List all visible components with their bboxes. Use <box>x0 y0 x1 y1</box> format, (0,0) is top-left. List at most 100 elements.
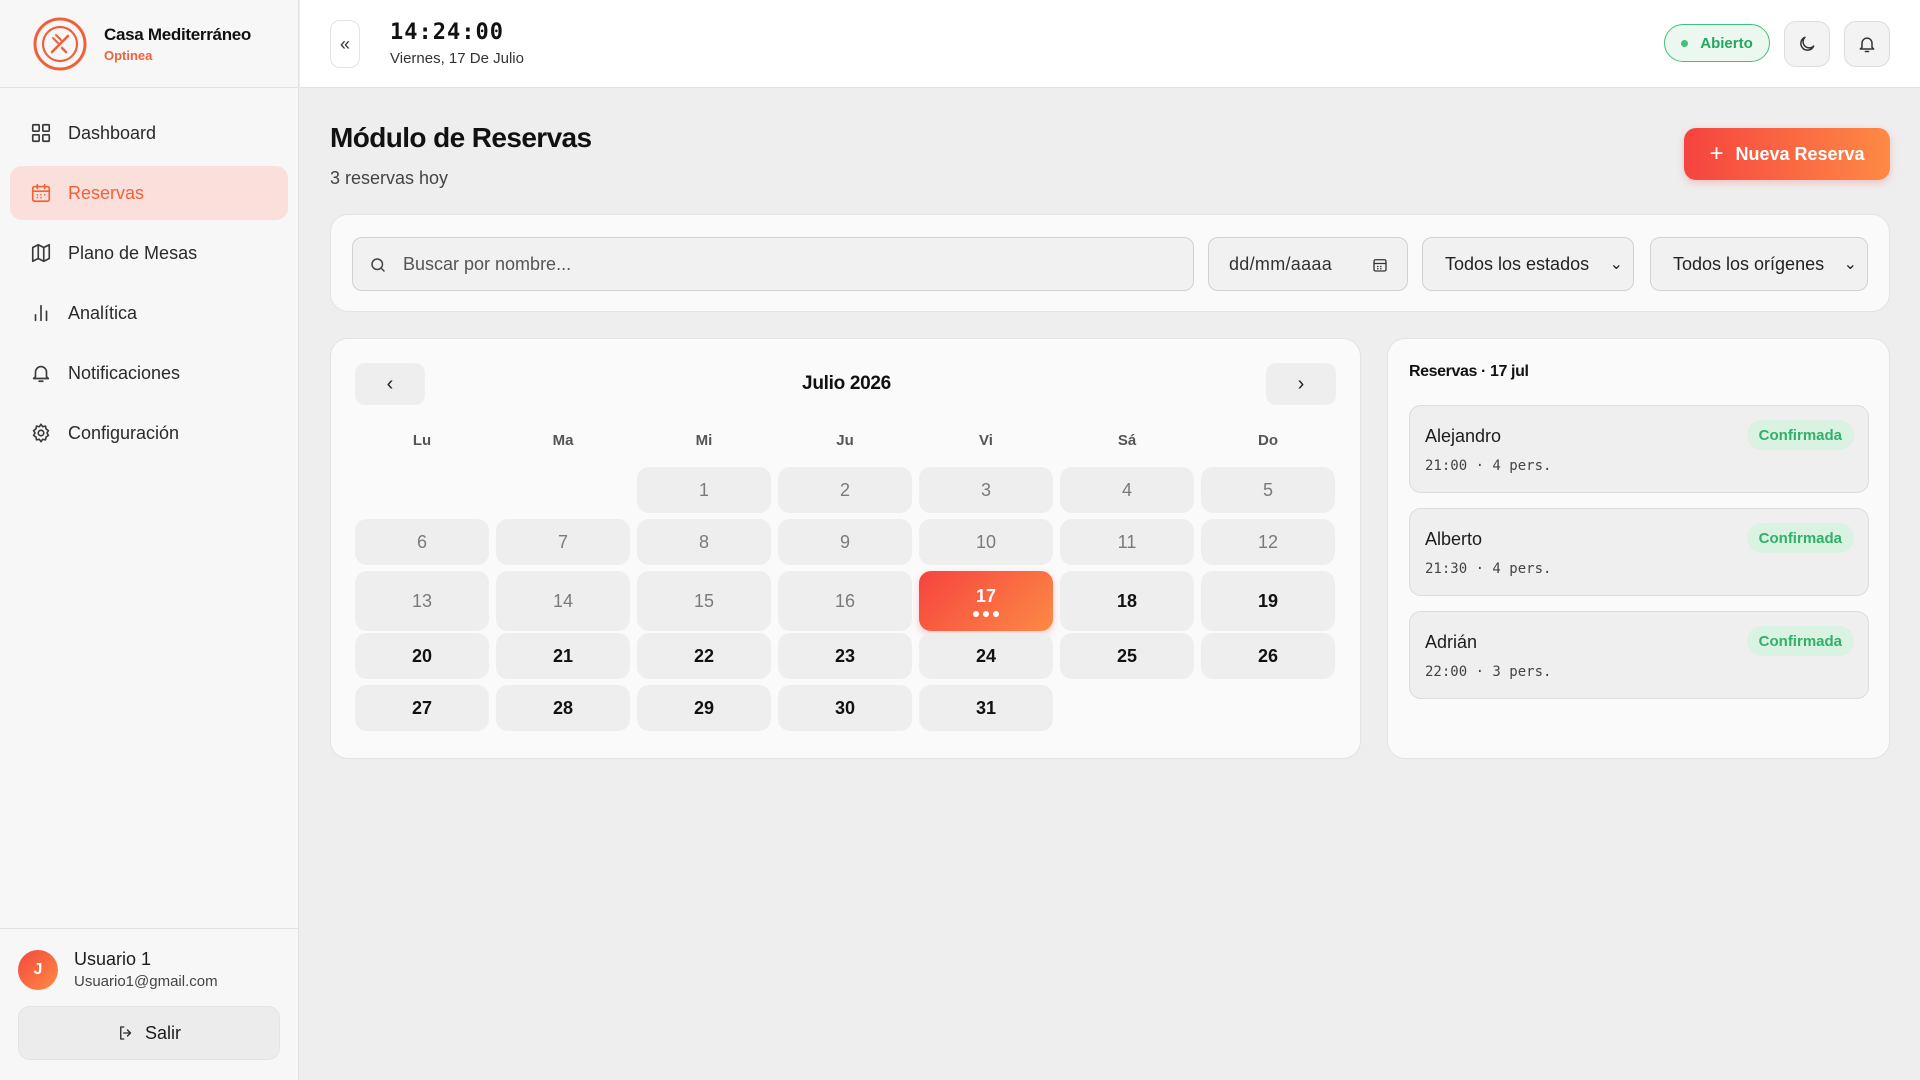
calendar-day-number: 10 <box>975 531 997 552</box>
calendar-day-number: 23 <box>834 645 856 666</box>
calendar-day[interactable]: 2 <box>778 467 912 513</box>
calendar-day[interactable]: 16 <box>778 571 912 631</box>
calendar-day[interactable]: 4 <box>1060 467 1194 513</box>
calendar-day[interactable]: 22 <box>637 633 771 679</box>
calendar-day-number: 25 <box>1116 645 1138 666</box>
calendar-day[interactable]: 18 <box>1060 571 1194 631</box>
reservations-panel-title: Reservas · 17 jul <box>1409 363 1529 380</box>
calendar-day[interactable]: 10 <box>919 519 1053 565</box>
new-reservation-button[interactable]: + Nueva Reserva <box>1684 128 1890 180</box>
status-badge: Abierto <box>1664 24 1770 62</box>
date-filter-input[interactable]: dd/mm/aaaa <box>1208 237 1408 291</box>
origin-select-value: Todos los orígenes <box>1673 253 1825 274</box>
date-placeholder: dd/mm/aaaa <box>1229 253 1333 274</box>
calendar-day[interactable]: 26 <box>1201 633 1335 679</box>
calendar-day[interactable]: 3 <box>919 467 1053 513</box>
calendar-day[interactable]: 21 <box>496 633 630 679</box>
clock-time: 14:24:00 <box>390 20 504 45</box>
notifications-button[interactable] <box>1844 21 1890 67</box>
reservation-card[interactable]: Alejandro 21:00 · 4 pers. Confirmada <box>1409 405 1869 493</box>
calendar-day[interactable]: 8 <box>637 519 771 565</box>
calendar-day[interactable]: 19 <box>1201 571 1335 631</box>
calendar-day-number: 8 <box>698 531 709 552</box>
calendar-day[interactable]: 11 <box>1060 519 1194 565</box>
sidebar-item-label: Analítica <box>68 302 138 323</box>
status-select-value: Todos los estados <box>1445 253 1590 274</box>
status-select[interactable]: Todos los estados ⌄ <box>1422 237 1634 291</box>
calendar-day[interactable]: 14 <box>496 571 630 631</box>
calendar-day[interactable]: 7 <box>496 519 630 565</box>
calendar-day-number: 19 <box>1257 590 1279 611</box>
calendar-day-number: 17 <box>975 585 997 606</box>
search-input[interactable] <box>403 238 1183 290</box>
calendar-day-today[interactable]: 17 <box>919 571 1053 631</box>
calendar-day[interactable]: 5 <box>1201 467 1335 513</box>
calendar-day[interactable]: 31 <box>919 685 1053 731</box>
calendar-day-number: 13 <box>411 590 433 611</box>
bell-icon <box>32 365 50 383</box>
calendar-day[interactable]: 6 <box>355 519 489 565</box>
weekday-label: Sá <box>1117 432 1137 449</box>
weekday-label: Ju <box>836 432 854 449</box>
calendar-day[interactable]: 13 <box>355 571 489 631</box>
calendar-day[interactable]: 28 <box>496 685 630 731</box>
filter-bar: dd/mm/aaaa Todos los estados ⌄ Todos los… <box>330 214 1890 312</box>
grid-icon <box>31 123 51 143</box>
theme-toggle-button[interactable] <box>1784 21 1830 67</box>
calendar-day-number: 7 <box>557 531 568 552</box>
logout-icon <box>120 1026 132 1040</box>
calendar-icon <box>31 183 51 203</box>
reservation-card[interactable]: Adrián 22:00 · 3 pers. Confirmada <box>1409 611 1869 699</box>
calendar-day[interactable]: 23 <box>778 633 912 679</box>
sidebar-item-label: Reservas <box>68 182 145 203</box>
calendar-day[interactable]: 30 <box>778 685 912 731</box>
collapse-sidebar-button[interactable]: « <box>330 20 360 68</box>
calendar-day[interactable]: 24 <box>919 633 1053 679</box>
calendar-day[interactable]: 1 <box>637 467 771 513</box>
reservation-name: Alejandro <box>1425 426 1502 446</box>
origin-select[interactable]: Todos los orígenes ⌄ <box>1650 237 1868 291</box>
calendar-day-number: 9 <box>839 531 850 552</box>
calendar-day[interactable]: 29 <box>637 685 771 731</box>
calendar-day[interactable]: 15 <box>637 571 771 631</box>
sidebar: Casa Mediterráneo Optinea Dashboard Rese… <box>0 0 299 1080</box>
page-title: Módulo de Reservas <box>330 122 592 153</box>
sidebar-item-analitica[interactable]: Analítica <box>10 286 288 340</box>
chevron-down-icon: ⌄ <box>1843 256 1857 273</box>
calendar-day[interactable]: 25 <box>1060 633 1194 679</box>
top-bar: « 14:24:00 Viernes, 17 De Julio Abierto <box>300 0 1920 88</box>
user-profile[interactable]: J Usuario 1 Usuario1@gmail.com <box>18 949 281 990</box>
bar-chart-icon <box>34 304 48 322</box>
next-month-button[interactable]: › <box>1266 363 1336 405</box>
weekday-label: Ma <box>552 432 574 449</box>
sidebar-item-notificaciones[interactable]: Notificaciones <box>10 346 288 400</box>
calendar-day-number: 27 <box>411 697 433 718</box>
weekday-label: Lu <box>412 432 432 449</box>
calendar-day[interactable]: 27 <box>355 685 489 731</box>
calendar-day-number: 20 <box>411 645 433 666</box>
calendar-day[interactable]: 12 <box>1201 519 1335 565</box>
sidebar-item-label: Dashboard <box>68 122 157 143</box>
calendar-month-title: Julio 2026 <box>802 373 891 394</box>
sidebar-item-dashboard[interactable]: Dashboard <box>10 106 288 160</box>
logout-button[interactable]: Salir <box>18 1006 280 1060</box>
sidebar-item-configuracion[interactable]: Configuración <box>10 406 288 460</box>
reservation-card[interactable]: Alberto 21:30 · 4 pers. Confirmada <box>1409 508 1869 596</box>
calendar-icon <box>1373 259 1387 272</box>
sidebar-item-plano-de-mesas[interactable]: Plano de Mesas <box>10 226 288 280</box>
reservation-meta: 22:00 · 3 pers. <box>1425 664 1552 680</box>
user-email: Usuario1@gmail.com <box>74 973 218 990</box>
user-name: Usuario 1 <box>74 949 152 969</box>
calendar-day-number: 15 <box>693 590 715 611</box>
user-block: J Usuario 1 Usuario1@gmail.com Salir <box>0 928 299 1080</box>
calendar-day-number: 28 <box>552 697 574 718</box>
calendar-day-number: 5 <box>1262 479 1273 500</box>
sidebar-item-reservas[interactable]: Reservas <box>10 166 288 220</box>
brand[interactable]: Casa Mediterráneo Optinea <box>0 0 298 88</box>
calendar-day-number: 4 <box>1121 479 1132 500</box>
calendar-day[interactable]: 20 <box>355 633 489 679</box>
gear-icon <box>32 423 50 443</box>
calendar-day[interactable]: 9 <box>778 519 912 565</box>
sidebar-item-label: Configuración <box>68 422 180 443</box>
sidebar-item-label: Plano de Mesas <box>68 242 198 263</box>
